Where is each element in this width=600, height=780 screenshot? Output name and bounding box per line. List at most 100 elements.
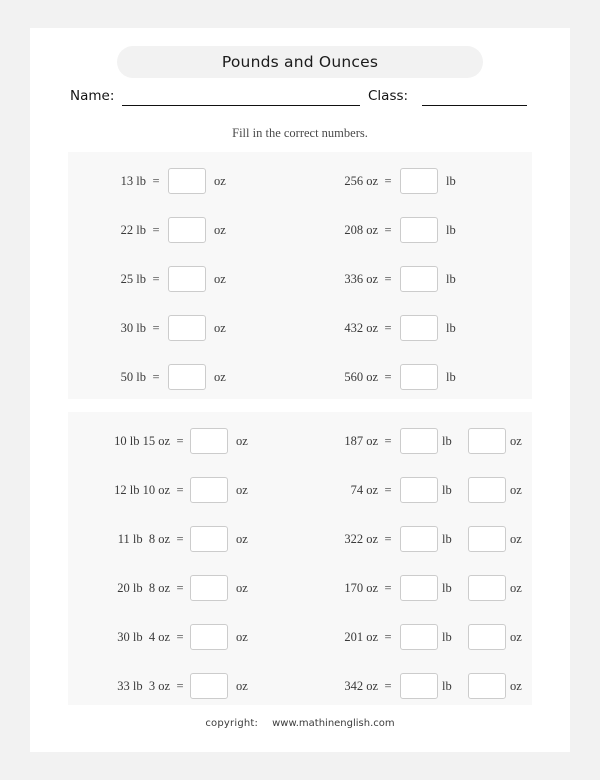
answer-input-pounds[interactable] <box>400 477 438 503</box>
answer-input-pounds[interactable] <box>400 526 438 552</box>
table-row: 22 lb = oz <box>68 217 300 243</box>
answer-input-pounds[interactable] <box>400 673 438 699</box>
answer-input[interactable] <box>190 624 228 650</box>
question-term: 22 lb <box>120 223 146 237</box>
answer-unit-pounds: lb <box>442 679 452 693</box>
table-row: 187 oz = lb oz <box>300 428 532 454</box>
answer-input-ounces[interactable] <box>468 428 506 454</box>
table-row: 25 lb = oz <box>68 266 300 292</box>
section-2-right-column: 187 oz = lb oz 74 oz = lb oz 322 oz = lb <box>300 412 532 705</box>
answer-input-ounces[interactable] <box>468 624 506 650</box>
answer-input[interactable] <box>168 168 206 194</box>
answer-unit: lb <box>446 272 456 286</box>
equals-sign: = <box>384 272 392 286</box>
exercise-section-1: 13 lb = oz 22 lb = oz 25 lb = oz 30 lb = <box>68 152 532 399</box>
table-row: 50 lb = oz <box>68 364 300 390</box>
answer-unit: oz <box>236 581 248 595</box>
equals-sign: = <box>152 321 160 335</box>
question-term: 342 oz <box>344 679 378 693</box>
answer-input[interactable] <box>190 428 228 454</box>
answer-unit-ounces: oz <box>510 679 522 693</box>
answer-input-pounds[interactable] <box>400 624 438 650</box>
answer-unit: lb <box>446 174 456 188</box>
table-row: 12 lb 10 oz = oz <box>68 477 300 503</box>
worksheet-page: Pounds and Ounces Name: Class: Fill in t… <box>30 28 570 752</box>
section-2-left-column: 10 lb 15 oz = oz 12 lb 10 oz = oz 11 lb … <box>68 412 300 705</box>
answer-input-pounds[interactable] <box>400 575 438 601</box>
answer-input-ounces[interactable] <box>468 575 506 601</box>
answer-unit-pounds: lb <box>442 581 452 595</box>
question-term: 12 lb 10 oz <box>114 483 170 497</box>
answer-unit: oz <box>236 630 248 644</box>
question-term: 13 lb <box>120 174 146 188</box>
answer-unit-ounces: oz <box>510 483 522 497</box>
equals-sign: = <box>384 581 392 595</box>
class-label: Class: <box>368 88 409 104</box>
answer-input[interactable] <box>190 526 228 552</box>
answer-unit-pounds: lb <box>442 483 452 497</box>
answer-input[interactable] <box>400 266 438 292</box>
answer-unit: oz <box>214 174 226 188</box>
answer-unit-pounds: lb <box>442 532 452 546</box>
answer-input[interactable] <box>400 168 438 194</box>
section-1-right-column: 256 oz = lb 208 oz = lb 336 oz = lb 432 … <box>300 152 532 399</box>
answer-input-ounces[interactable] <box>468 477 506 503</box>
class-input-line[interactable] <box>422 105 527 106</box>
equals-sign: = <box>176 630 184 644</box>
question-term: 336 oz <box>344 272 378 286</box>
table-row: 13 lb = oz <box>68 168 300 194</box>
equals-sign: = <box>384 223 392 237</box>
equals-sign: = <box>384 532 392 546</box>
table-row: 560 oz = lb <box>300 364 532 390</box>
question-term: 256 oz <box>344 174 378 188</box>
answer-input[interactable] <box>168 315 206 341</box>
answer-input[interactable] <box>190 477 228 503</box>
answer-input[interactable] <box>168 217 206 243</box>
table-row: 170 oz = lb oz <box>300 575 532 601</box>
table-row: 11 lb 8 oz = oz <box>68 526 300 552</box>
table-row: 432 oz = lb <box>300 315 532 341</box>
answer-input[interactable] <box>168 364 206 390</box>
question-term: 30 lb <box>120 321 146 335</box>
equals-sign: = <box>384 370 392 384</box>
name-input-line[interactable] <box>122 105 360 106</box>
answer-unit: lb <box>446 370 456 384</box>
answer-input-ounces[interactable] <box>468 526 506 552</box>
answer-unit: lb <box>446 321 456 335</box>
copyright-label: copyright: <box>205 718 259 729</box>
question-term: 560 oz <box>344 370 378 384</box>
question-term: 33 lb 3 oz <box>117 679 170 693</box>
instruction-text: Fill in the correct numbers. <box>232 126 368 140</box>
answer-unit: oz <box>236 434 248 448</box>
question-term: 50 lb <box>120 370 146 384</box>
equals-sign: = <box>176 581 184 595</box>
answer-input[interactable] <box>400 315 438 341</box>
equals-sign: = <box>152 370 160 384</box>
answer-unit: lb <box>446 223 456 237</box>
answer-unit-ounces: oz <box>510 434 522 448</box>
worksheet-title-banner: Pounds and Ounces <box>117 46 483 78</box>
answer-input-ounces[interactable] <box>468 673 506 699</box>
answer-input[interactable] <box>400 217 438 243</box>
answer-input[interactable] <box>190 673 228 699</box>
answer-unit-ounces: oz <box>510 532 522 546</box>
question-term: 20 lb 8 oz <box>117 581 170 595</box>
table-row: 322 oz = lb oz <box>300 526 532 552</box>
table-row: 10 lb 15 oz = oz <box>68 428 300 454</box>
equals-sign: = <box>152 174 160 188</box>
equals-sign: = <box>176 679 184 693</box>
question-term: 11 lb 8 oz <box>117 532 170 546</box>
answer-input[interactable] <box>168 266 206 292</box>
table-row: 201 oz = lb oz <box>300 624 532 650</box>
answer-unit: oz <box>214 272 226 286</box>
answer-input-pounds[interactable] <box>400 428 438 454</box>
answer-unit: oz <box>236 532 248 546</box>
table-row: 33 lb 3 oz = oz <box>68 673 300 699</box>
website-url[interactable]: www.mathinenglish.com <box>272 718 395 729</box>
answer-input[interactable] <box>190 575 228 601</box>
answer-input[interactable] <box>400 364 438 390</box>
equals-sign: = <box>152 223 160 237</box>
question-term: 10 lb 15 oz <box>114 434 170 448</box>
name-label: Name: <box>70 88 115 104</box>
equals-sign: = <box>384 174 392 188</box>
